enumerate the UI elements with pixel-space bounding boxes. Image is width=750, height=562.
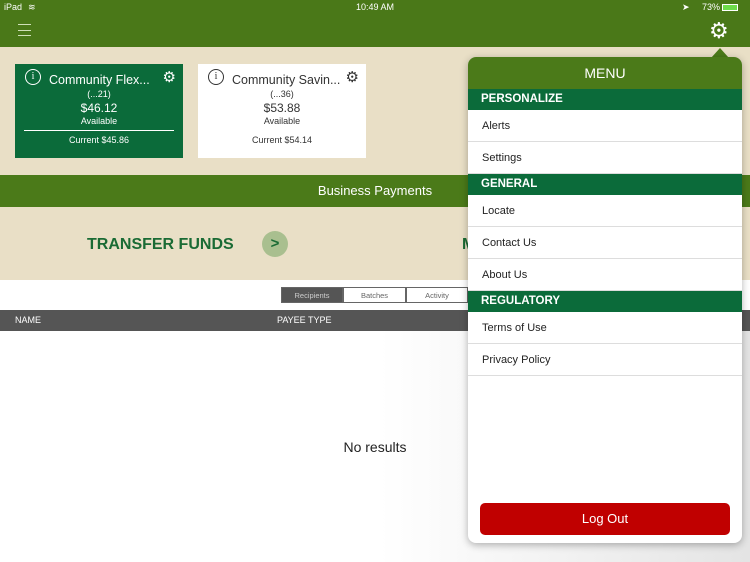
column-payee-type: PAYEE TYPE: [277, 315, 332, 325]
section-personalize: PERSONALIZE: [468, 89, 742, 110]
available-label: Available: [80, 116, 118, 126]
hamburger-menu-icon[interactable]: [18, 24, 31, 36]
settings-menu: MENU PERSONALIZE Alerts Settings GENERAL…: [468, 57, 742, 543]
clock: 10:49 AM: [356, 2, 395, 12]
menu-item-locate[interactable]: Locate: [468, 195, 742, 227]
info-icon[interactable]: i: [25, 69, 41, 85]
battery-icon: [722, 4, 738, 11]
account-number: (...36): [270, 89, 294, 99]
wifi-icon: ≋: [28, 2, 36, 12]
account-name: Community Flex...: [49, 73, 150, 87]
battery-percent: 73%: [702, 2, 721, 12]
divider: [24, 130, 174, 131]
account-number: (...21): [87, 89, 111, 99]
location-icon: ➤: [682, 2, 690, 12]
account-card[interactable]: i Community Savin... ⚙ (...36) $53.88 Av…: [198, 64, 366, 158]
tab-batches[interactable]: Batches: [343, 287, 406, 303]
column-name: NAME: [15, 315, 42, 325]
menu-item-about-us[interactable]: About Us: [468, 259, 742, 291]
nav-bar: ⚙: [0, 15, 750, 47]
status-bar: iPad ≋ 10:49 AM ➤ 73%: [0, 0, 750, 15]
gear-icon[interactable]: ⚙: [163, 68, 176, 86]
chevron-right-icon[interactable]: >: [262, 231, 288, 257]
current-balance: Current $45.86: [68, 135, 130, 145]
gear-icon[interactable]: ⚙: [346, 68, 359, 86]
section-regulatory: REGULATORY: [468, 291, 742, 312]
device-label: iPad: [4, 2, 23, 12]
menu-item-settings[interactable]: Settings: [468, 142, 742, 174]
menu-item-contact-us[interactable]: Contact Us: [468, 227, 742, 259]
menu-item-terms[interactable]: Terms of Use: [468, 312, 742, 344]
logout-button[interactable]: Log Out: [480, 503, 730, 535]
tab-recipients[interactable]: Recipients: [281, 287, 343, 303]
available-amount: $46.12: [80, 101, 118, 115]
menu-item-alerts[interactable]: Alerts: [468, 110, 742, 142]
segmented-control: Recipients Batches Activity: [281, 287, 468, 303]
settings-gear-icon[interactable]: ⚙: [709, 20, 729, 42]
available-amount: $53.88: [263, 101, 301, 115]
transfer-funds-label[interactable]: TRANSFER FUNDS: [87, 236, 234, 254]
tab-activity[interactable]: Activity: [406, 287, 468, 303]
account-name: Community Savin...: [232, 73, 341, 87]
available-label: Available: [263, 116, 301, 126]
section-general: GENERAL: [468, 174, 742, 195]
menu-item-privacy[interactable]: Privacy Policy: [468, 344, 742, 376]
info-icon[interactable]: i: [208, 69, 224, 85]
menu-title: MENU: [468, 57, 742, 89]
current-balance: Current $54.14: [251, 135, 313, 145]
account-card[interactable]: i Community Flex... ⚙ (...21) $46.12 Ava…: [15, 64, 183, 158]
